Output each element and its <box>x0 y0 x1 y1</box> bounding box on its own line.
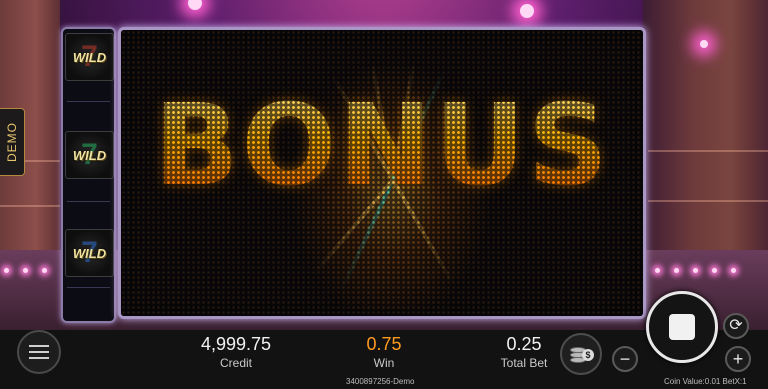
bet-info: Coin Value:0.01 BetX:1 <box>664 377 747 386</box>
ceiling-light <box>700 40 708 48</box>
total-bet-value: 0.25 <box>506 334 542 354</box>
wild-label: WILD <box>72 147 107 163</box>
decrease-bet-button[interactable]: − <box>612 346 638 372</box>
ceiling-light <box>520 4 534 18</box>
reel-divider <box>67 287 110 288</box>
wild-label: WILD <box>72 49 107 65</box>
credit-label: Credit <box>219 356 252 370</box>
minus-icon: − <box>619 349 631 369</box>
wall-line <box>0 205 60 207</box>
wall-line <box>648 200 768 202</box>
reel-divider <box>67 201 110 202</box>
session-id: 3400897256-Demo <box>346 377 415 386</box>
total-bet-display: 0.25 Total Bet <box>484 334 564 370</box>
stage-lights-left <box>4 268 47 273</box>
wild-symbol: 7 WILD <box>65 33 114 81</box>
wild-symbol: 7 WILD <box>65 229 114 277</box>
credit-display: 4,999.75 Credit <box>186 334 286 370</box>
win-label: Win <box>373 356 395 370</box>
coin-stack-icon: $ <box>570 345 594 363</box>
wild-label: WILD <box>72 245 107 261</box>
ceiling-light <box>188 0 202 10</box>
bonus-headline: BONUS <box>121 90 643 202</box>
total-bet-label: Total Bet <box>500 356 548 370</box>
wall-line <box>648 150 768 152</box>
menu-button[interactable] <box>17 330 61 374</box>
plus-icon: + <box>732 349 744 369</box>
reel-divider <box>67 101 110 102</box>
wild-reel: 7 WILD 7 WILD 7 WILD <box>61 27 116 323</box>
increase-bet-button[interactable]: + <box>725 346 751 372</box>
autoplay-cycle-icon: ⟳ <box>729 317 743 334</box>
demo-mode-tab[interactable]: DEMO <box>0 108 25 176</box>
win-display: 0.75 Win <box>344 334 424 370</box>
bet-settings-button[interactable]: $ <box>560 333 602 375</box>
win-value: 0.75 <box>366 334 402 354</box>
bonus-led-screen: BONUS <box>118 27 646 319</box>
credit-value: 4,999.75 <box>200 334 272 354</box>
spin-stop-button[interactable] <box>646 291 718 363</box>
stage-lights-right <box>655 268 736 273</box>
demo-tab-label: DEMO <box>5 122 19 162</box>
autoplay-button[interactable]: ⟳ <box>723 313 749 339</box>
wild-symbol: 7 WILD <box>65 131 114 179</box>
stop-square-icon <box>669 314 695 340</box>
menu-icon <box>29 351 49 353</box>
